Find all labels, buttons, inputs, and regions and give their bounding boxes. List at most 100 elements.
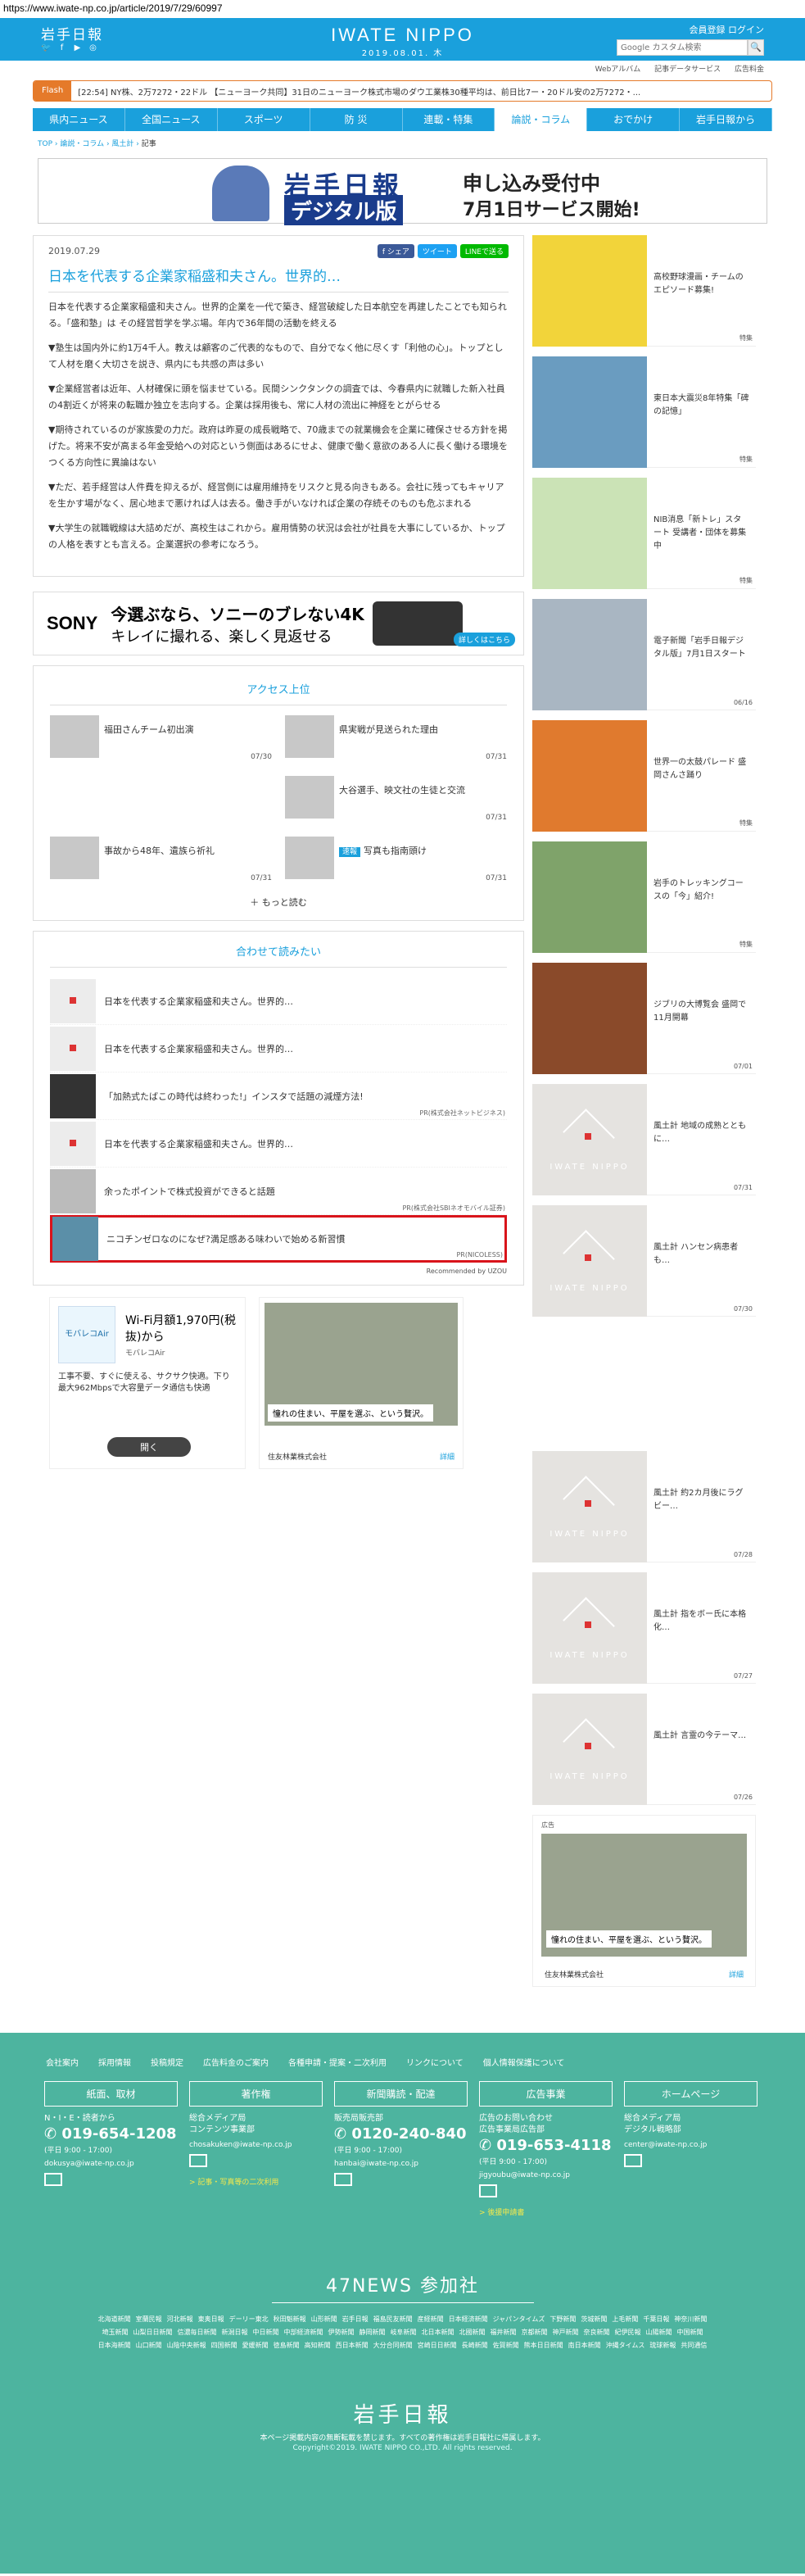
partner-paper-link[interactable]: 佐賀新聞 (493, 2342, 519, 2349)
nav-sports[interactable]: スポーツ (218, 108, 310, 131)
partner-paper-link[interactable]: 長崎新聞 (462, 2342, 488, 2349)
sidebar-item[interactable]: IWATE NIPPO 風土計 指をボー氏に本格化… 07/27 (532, 1572, 756, 1684)
phone-number[interactable]: ✆ 019-653-4118 (479, 2136, 613, 2156)
sidebar-item-title[interactable]: 風土計 指をボー氏に本格化… (647, 1572, 756, 1683)
footer-link-applications[interactable]: 各種申請・提案・二次利用 (288, 2056, 387, 2068)
facebook-share-button[interactable]: f シェア (377, 244, 414, 258)
partner-paper-link[interactable]: 山陰中央新報 (167, 2342, 206, 2349)
sidebar-item-title[interactable]: 風土計 地域の成熟とともに… (647, 1084, 756, 1195)
partner-paper-link[interactable]: 岐阜新聞 (391, 2329, 417, 2336)
partner-paper-link[interactable]: 紀伊民報 (615, 2329, 641, 2336)
partner-paper-link[interactable]: 中部経済新聞 (284, 2329, 323, 2336)
wifi-ad-open-button[interactable]: 開く (107, 1437, 191, 1457)
partner-paper-link[interactable]: 高知新聞 (305, 2342, 331, 2349)
flash-text[interactable]: [22:54] NY株、2万7272・22ドル 【ニューヨーク共同】31日のニュ… (71, 85, 640, 98)
ranking-item-title[interactable]: 県実戦が見送られた理由 (334, 715, 438, 761)
partner-paper-link[interactable]: 琉球新報 (649, 2342, 676, 2349)
partner-paper-link[interactable]: 室蘭民報 (136, 2315, 162, 2323)
email-address[interactable]: jigyoubu@iwate-np.co.jp (479, 2171, 613, 2179)
footer-logo[interactable]: 岩手日報 (0, 2398, 805, 2429)
sidebar-item[interactable]: 高校野球漫画・チームのエピソード募集! 特集 (532, 235, 756, 347)
email-address[interactable]: chosakuken@iwate-np.co.jp (189, 2141, 323, 2149)
mail-icon[interactable] (479, 2184, 497, 2197)
subnav-album[interactable]: Webアルバム (595, 66, 641, 74)
sidebar-item[interactable]: IWATE NIPPO 風土計 約2カ月後にラグビー… 07/28 (532, 1451, 756, 1562)
partner-paper-link[interactable]: 秋田魁新報 (274, 2315, 306, 2323)
line-share-button[interactable]: LINEで送る (459, 244, 509, 258)
digital-edition-banner[interactable]: 岩手日報 デジタル版 申し込み受付中 7月1日サービス開始! (38, 158, 767, 225)
sidebar-item-title[interactable]: 電子新聞「岩手日報デジタル版」7月1日スタート (647, 599, 756, 710)
mail-icon[interactable] (624, 2154, 642, 2167)
partner-paper-link[interactable]: 徳島新聞 (274, 2342, 300, 2349)
nav-features[interactable]: 連載・特集 (403, 108, 495, 131)
sidebar-item[interactable]: IWATE NIPPO 風土計 ハンセン病患者も… 07/30 (532, 1205, 756, 1317)
sidebar-item-title[interactable]: 風土計 約2カ月後にラグビー… (647, 1451, 756, 1562)
partner-paper-link[interactable]: 日本経済新聞 (449, 2315, 488, 2323)
mail-icon[interactable] (44, 2173, 62, 2186)
footer-link-submission[interactable]: 投稿規定 (151, 2056, 183, 2068)
sony-ad[interactable]: SONY 今選ぶなら、ソニーのブレない4K キレイに撮れる、楽しく見返せる 詳し… (33, 592, 524, 655)
sidebar-item-title[interactable]: 世界一の太鼓パレード 盛岡さんさ踊り (647, 720, 756, 831)
url-bar[interactable]: https://www.iwate-np.co.jp/article/2019/… (0, 0, 805, 18)
partner-paper-link[interactable]: 日本海新聞 (98, 2342, 131, 2349)
partner-paper-link[interactable]: 茨城新聞 (581, 2315, 607, 2323)
footer-col-head[interactable]: 新聞購読・配達 (334, 2081, 468, 2107)
email-address[interactable]: center@iwate-np.co.jp (624, 2141, 758, 2149)
partner-paper-link[interactable]: 神戸新聞 (553, 2329, 579, 2336)
tweet-button[interactable]: ツイート (417, 244, 457, 258)
partner-paper-link[interactable]: 下野新聞 (549, 2315, 576, 2323)
partner-paper-link[interactable]: 産経新聞 (418, 2315, 444, 2323)
sidebar-item-title[interactable]: 東日本大震災8年特集「碑の記憶」 (647, 356, 756, 467)
email-address[interactable]: hanbai@iwate-np.co.jp (334, 2160, 468, 2168)
partner-paper-link[interactable]: 伊勢新聞 (328, 2329, 355, 2336)
house-ad[interactable]: 憧れの住まい、平屋を選ぶ、という贅沢。 住友林業株式会社 詳細 (259, 1297, 464, 1469)
partner-paper-link[interactable]: 山梨日日新聞 (133, 2329, 173, 2336)
partner-paper-link[interactable]: 山陽新聞 (646, 2329, 672, 2336)
footer-link-company[interactable]: 会社案内 (46, 2056, 79, 2068)
footer-col-link[interactable]: > 後援申請書 (479, 2206, 613, 2217)
recommended-item[interactable]: 「加熱式たばこの時代は終わった!」インスタで話題の減煙方法! PR(株式会社ネッ… (50, 1073, 507, 1120)
sidebar-item[interactable]: IWATE NIPPO 風土計 言霊の今テーマ… 07/26 (532, 1694, 756, 1805)
partner-paper-link[interactable]: 愛媛新聞 (242, 2342, 269, 2349)
partner-paper-link[interactable]: デーリー東北 (229, 2315, 269, 2323)
partner-paper-link[interactable]: 神奈川新聞 (674, 2315, 707, 2323)
partner-paper-link[interactable]: 大分合同新聞 (373, 2342, 413, 2349)
partner-paper-link[interactable]: 千葉日報 (643, 2315, 669, 2323)
nav-outing[interactable]: おでかけ (587, 108, 681, 131)
breadcrumb-fudokei[interactable]: 風土計 (111, 140, 133, 148)
sidebar-item[interactable]: 世界一の太鼓パレード 盛岡さんさ踊り 特集 (532, 720, 756, 832)
partner-paper-link[interactable]: 静岡新聞 (360, 2329, 386, 2336)
breadcrumb-editorial[interactable]: 論説・コラム (60, 140, 104, 148)
recommended-item-title[interactable]: 日本を代表する企業家稲盛和夫さん。世界的… (96, 995, 293, 1008)
partner-paper-link[interactable]: 宮崎日日新聞 (418, 2342, 457, 2349)
partner-paper-link[interactable]: 信濃毎日新聞 (178, 2329, 217, 2336)
footer-col-head[interactable]: 広告事業 (479, 2081, 613, 2107)
phone-number[interactable]: ✆ 019-654-1208 (44, 2125, 178, 2144)
recommended-item-title[interactable]: 余ったポイントで株式投資ができると話題 (96, 1185, 275, 1198)
sidebar-item[interactable]: 岩手のトレッキングコースの「今」紹介! 特集 (532, 841, 756, 953)
sidebar-item-title[interactable]: ジブリの大博覧会 盛岡で11月開幕 (647, 963, 756, 1073)
partner-paper-link[interactable]: 埼玉新聞 (102, 2329, 129, 2336)
nav-local-news[interactable]: 県内ニュース (33, 108, 125, 131)
ranking-item-title[interactable]: 大谷選手、映文社の生徒と交流 (334, 776, 465, 822)
footer-col-head[interactable]: ホームページ (624, 2081, 758, 2107)
sony-ad-more-button[interactable]: 詳しくはこちら (453, 633, 515, 646)
partner-paper-link[interactable]: 東奥日報 (198, 2315, 224, 2323)
sidebar-item-title[interactable]: 高校野球漫画・チームのエピソード募集! (647, 235, 756, 346)
recommended-item[interactable]: 余ったポイントで株式投資ができると話題 PR(株式会社SBIネオモバイル証券) (50, 1168, 507, 1215)
partner-paper-link[interactable]: 中国新聞 (677, 2329, 703, 2336)
flash-news[interactable]: Flash [22:54] NY株、2万7272・22ドル 【ニューヨーク共同】… (33, 80, 772, 102)
ranking-item[interactable]: 県実戦が見送られた理由 07/31 (285, 715, 507, 761)
footer-link-linking[interactable]: リンクについて (406, 2056, 464, 2068)
partner-paper-link[interactable]: 上毛新聞 (612, 2315, 638, 2323)
nav-national-news[interactable]: 全国ニュース (125, 108, 218, 131)
recommended-item[interactable]: 日本を代表する企業家稲盛和夫さん。世界的… (50, 1025, 507, 1073)
recommended-item[interactable]: 日本を代表する企業家稲盛和夫さん。世界的… (50, 1120, 507, 1168)
partner-paper-link[interactable]: 熊本日日新聞 (524, 2342, 563, 2349)
sidebar-item-title[interactable]: 風土計 ハンセン病患者も… (647, 1205, 756, 1316)
partner-paper-link[interactable]: 沖縄タイムス (606, 2342, 645, 2349)
more-read-button[interactable]: ＋ もっと読む (50, 896, 507, 909)
partner-paper-link[interactable]: 新潟日報 (222, 2329, 248, 2336)
mail-icon[interactable] (334, 2173, 352, 2186)
breadcrumb-top[interactable]: TOP (38, 140, 52, 148)
